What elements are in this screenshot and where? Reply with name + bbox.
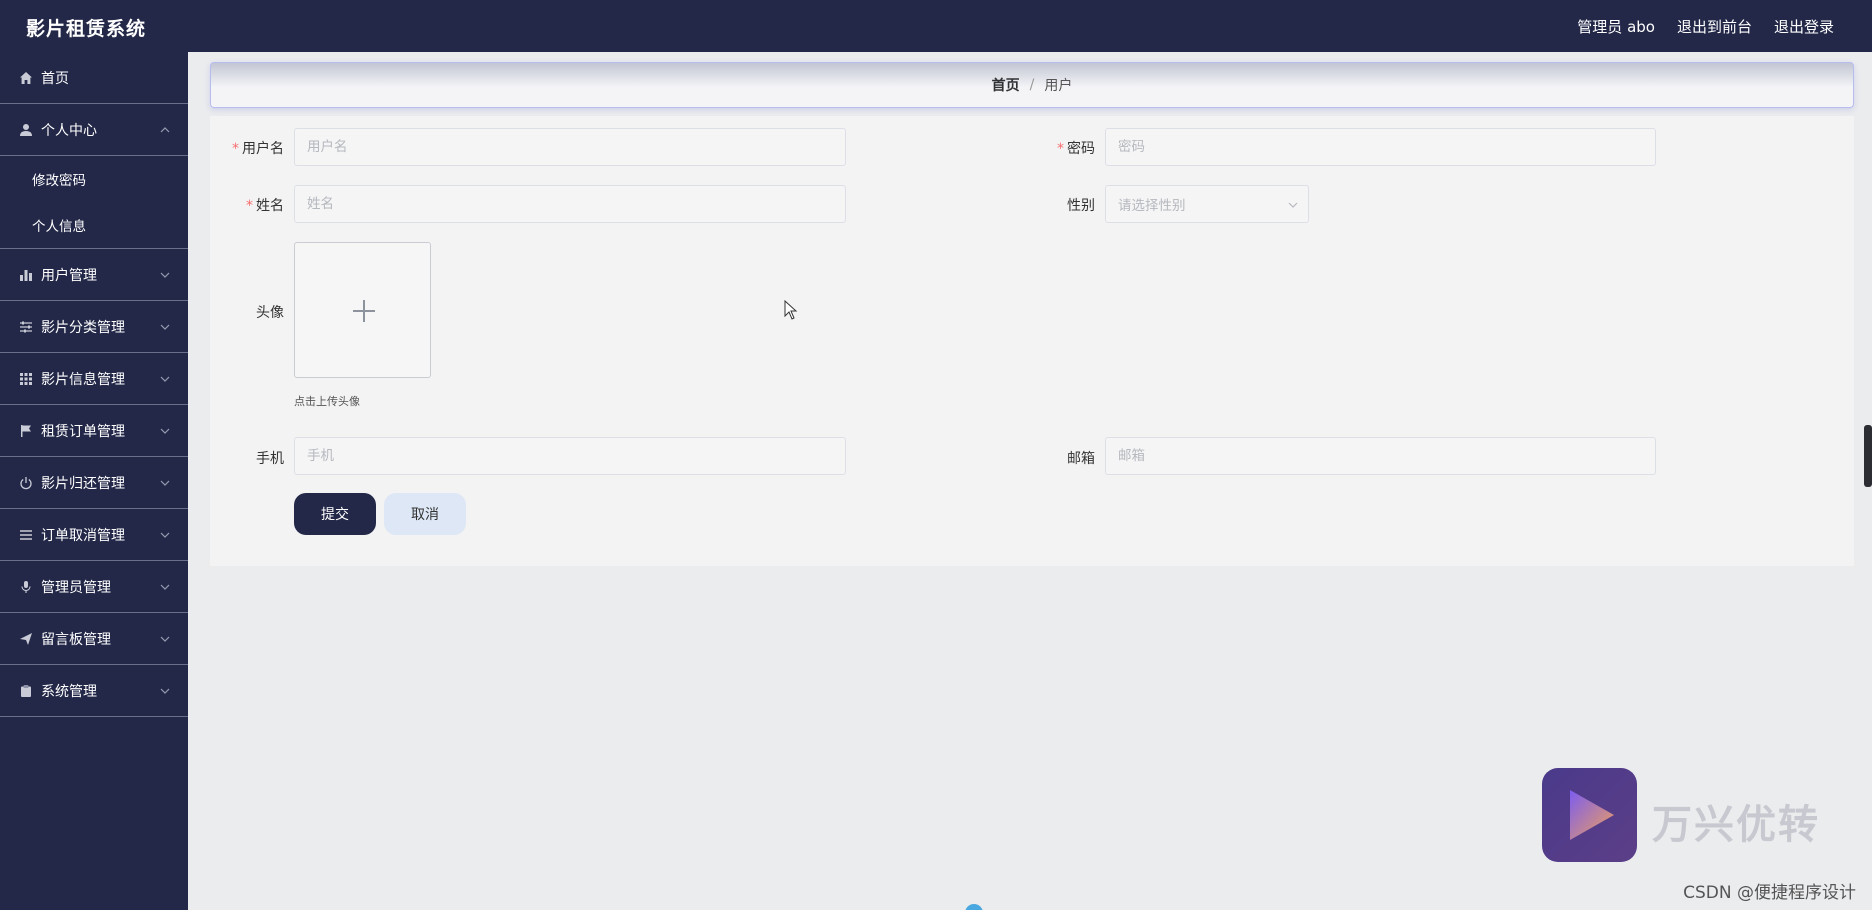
phone-label: 手机	[256, 451, 284, 467]
avatar-label: 头像	[256, 305, 284, 321]
email-input[interactable]	[1105, 437, 1656, 475]
name-input[interactable]	[294, 185, 846, 223]
sidebar-item-message-board[interactable]: 留言板管理	[0, 613, 188, 665]
sidebar-item-movie-category[interactable]: 影片分类管理	[0, 301, 188, 353]
sidebar-item-users[interactable]: 用户管理	[0, 249, 188, 301]
chevron-down-icon	[160, 636, 170, 642]
cancel-button[interactable]: 取消	[384, 493, 466, 535]
sidebar-item-movie-info[interactable]: 影片信息管理	[0, 353, 188, 405]
chevron-down-icon	[160, 688, 170, 694]
sidebar-item-label: 管理员管理	[41, 579, 111, 596]
grid-icon	[18, 371, 34, 387]
gender-select[interactable]: 请选择性别	[1105, 185, 1309, 223]
chevron-down-icon	[160, 272, 170, 278]
sidebar: 首页 个人中心 修改密码 个人信息 用户管理 影片分类管理 影片信息管理 租赁订…	[0, 52, 188, 910]
microphone-icon	[18, 579, 34, 595]
chevron-down-icon	[160, 584, 170, 590]
clipboard-icon	[18, 683, 34, 699]
play-logo-icon	[1570, 790, 1614, 840]
username-label: * 用户名	[232, 141, 284, 157]
breadcrumb-separator: /	[1029, 77, 1035, 93]
email-label: 邮箱	[1067, 451, 1095, 467]
sidebar-item-order-cancel[interactable]: 订单取消管理	[0, 509, 188, 561]
sidebar-item-system[interactable]: 系统管理	[0, 665, 188, 717]
sidebar-item-label: 系统管理	[41, 683, 97, 700]
chevron-down-icon	[160, 324, 170, 330]
logout-link[interactable]: 退出登录	[1774, 16, 1834, 37]
password-label: * 密码	[1057, 141, 1095, 157]
breadcrumb-current: 用户	[1044, 78, 1073, 94]
current-user-link[interactable]: 管理员 abo	[1577, 16, 1655, 37]
sidebar-item-label: 影片信息管理	[41, 371, 125, 388]
mouse-cursor-icon	[784, 300, 798, 320]
home-icon	[18, 70, 34, 86]
scrollbar-thumb[interactable]	[1864, 425, 1872, 487]
avatar-upload-tip: 点击上传头像	[294, 395, 360, 408]
plus-icon-vertical	[363, 300, 365, 322]
chevron-down-icon	[160, 428, 170, 434]
sidebar-item-label: 留言板管理	[41, 631, 111, 648]
send-icon	[18, 631, 34, 647]
app-title: 影片租赁系统	[26, 18, 147, 40]
sidebar-item-home[interactable]: 首页	[0, 52, 188, 104]
sidebar-item-label: 个人中心	[41, 122, 97, 139]
gender-label: 性别	[1067, 198, 1095, 214]
sidebar-item-label: 订单取消管理	[41, 527, 125, 544]
top-bar: 影片租赁系统 管理员 abo 退出到前台 退出登录	[0, 0, 1872, 52]
exit-to-frontend-link[interactable]: 退出到前台	[1677, 16, 1752, 37]
chevron-down-icon	[160, 480, 170, 486]
name-label: * 姓名	[246, 198, 284, 214]
phone-input[interactable]	[294, 437, 846, 475]
flag-icon	[18, 423, 34, 439]
sidebar-item-change-password[interactable]: 修改密码	[0, 156, 188, 202]
sidebar-item-label: 影片分类管理	[41, 319, 125, 336]
list-icon	[18, 527, 34, 543]
sidebar-item-personal[interactable]: 个人中心	[0, 104, 188, 156]
bar-chart-icon	[18, 267, 34, 283]
password-input[interactable]	[1105, 128, 1656, 166]
username-input[interactable]	[294, 128, 846, 166]
personal-submenu: 修改密码 个人信息	[0, 156, 188, 249]
chevron-down-icon	[160, 532, 170, 538]
sidebar-item-label: 影片归还管理	[41, 475, 125, 492]
power-icon	[18, 475, 34, 491]
sidebar-item-rental-orders[interactable]: 租赁订单管理	[0, 405, 188, 457]
watermark-credit: CSDN @便捷程序设计	[1683, 883, 1856, 903]
sidebar-item-profile[interactable]: 个人信息	[0, 202, 188, 248]
sidebar-item-label: 首页	[41, 70, 69, 87]
wondershare-logo	[1542, 768, 1637, 862]
sidebar-item-label: 租赁订单管理	[41, 423, 125, 440]
breadcrumb: 首页 / 用户	[210, 62, 1854, 108]
submit-button[interactable]: 提交	[294, 493, 376, 535]
chevron-down-icon	[1288, 202, 1298, 208]
chevron-down-icon	[160, 376, 170, 382]
floating-dot	[965, 904, 983, 910]
chevron-up-icon	[160, 126, 170, 132]
top-links: 管理员 abo 退出到前台 退出登录	[1577, 16, 1834, 37]
breadcrumb-home[interactable]: 首页	[992, 75, 1020, 95]
avatar-upload[interactable]	[294, 242, 431, 378]
gender-select-placeholder: 请选择性别	[1118, 198, 1186, 214]
user-icon	[18, 122, 34, 138]
sidebar-item-movie-return[interactable]: 影片归还管理	[0, 457, 188, 509]
watermark-brand: 万兴优转	[1652, 802, 1820, 848]
sidebar-item-admins[interactable]: 管理员管理	[0, 561, 188, 613]
sidebar-item-label: 用户管理	[41, 267, 97, 284]
sliders-icon	[18, 319, 34, 335]
